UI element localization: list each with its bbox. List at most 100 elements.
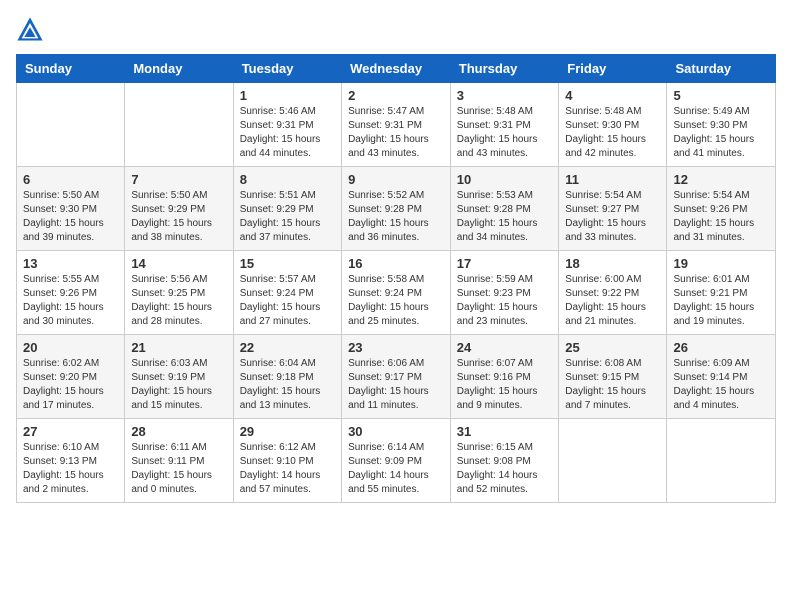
day-info: Sunrise: 6:08 AM Sunset: 9:15 PM Dayligh… [565,357,660,413]
col-header-friday: Friday [559,55,667,83]
day-number: 23 [348,340,444,355]
day-info: Sunrise: 5:57 AM Sunset: 9:24 PM Dayligh… [240,273,335,329]
calendar-cell: 25 Sunrise: 6:08 AM Sunset: 9:15 PM Dayli… [559,335,667,419]
calendar-cell: 21 Sunrise: 6:03 AM Sunset: 9:19 PM Dayli… [125,335,233,419]
calendar-cell: 16Sunrise: 5:58 AM Sunset: 9:24 PM Dayli… [342,251,451,335]
calendar-cell: 10 Sunrise: 5:53 AM Sunset: 9:28 PM Dayli… [450,167,559,251]
day-info: Sunrise: 6:01 AM Sunset: 9:21 PM Dayligh… [673,273,769,329]
logo-icon [16,16,44,44]
calendar-week-row: 13Sunrise: 5:55 AM Sunset: 9:26 PM Dayli… [17,251,776,335]
day-info: Sunrise: 5:51 AM Sunset: 9:29 PM Dayligh… [240,189,335,245]
calendar-cell [17,83,125,167]
calendar-cell: 12 Sunrise: 5:54 AM Sunset: 9:26 PM Dayli… [667,167,776,251]
day-info: Sunrise: 5:48 AM Sunset: 9:30 PM Dayligh… [565,105,660,161]
calendar-cell [125,83,233,167]
day-info: Sunrise: 5:46 AM Sunset: 9:31 PM Dayligh… [240,105,335,161]
day-number: 5 [673,88,769,103]
day-number: 1 [240,88,335,103]
calendar-cell: 19Sunrise: 6:01 AM Sunset: 9:21 PM Dayli… [667,251,776,335]
calendar-table: SundayMondayTuesdayWednesdayThursdayFrid… [16,54,776,503]
calendar-cell: 30Sunrise: 6:14 AM Sunset: 9:09 PM Dayli… [342,419,451,503]
day-number: 22 [240,340,335,355]
col-header-wednesday: Wednesday [342,55,451,83]
day-info: Sunrise: 6:09 AM Sunset: 9:14 PM Dayligh… [673,357,769,413]
calendar-week-row: 1 Sunrise: 5:46 AM Sunset: 9:31 PM Daylig… [17,83,776,167]
calendar-cell: 17Sunrise: 5:59 AM Sunset: 9:23 PM Dayli… [450,251,559,335]
day-number: 6 [23,172,118,187]
day-number: 12 [673,172,769,187]
day-number: 28 [131,424,226,439]
day-info: Sunrise: 5:58 AM Sunset: 9:24 PM Dayligh… [348,273,444,329]
day-info: Sunrise: 5:54 AM Sunset: 9:27 PM Dayligh… [565,189,660,245]
calendar-cell [667,419,776,503]
day-number: 4 [565,88,660,103]
day-info: Sunrise: 5:55 AM Sunset: 9:26 PM Dayligh… [23,273,118,329]
calendar-cell: 5Sunrise: 5:49 AM Sunset: 9:30 PM Daylig… [667,83,776,167]
day-number: 8 [240,172,335,187]
calendar-cell: 11 Sunrise: 5:54 AM Sunset: 9:27 PM Dayli… [559,167,667,251]
day-number: 3 [457,88,553,103]
calendar-cell: 18 Sunrise: 6:00 AM Sunset: 9:22 PM Dayli… [559,251,667,335]
day-info: Sunrise: 5:54 AM Sunset: 9:26 PM Dayligh… [673,189,769,245]
day-info: Sunrise: 5:47 AM Sunset: 9:31 PM Dayligh… [348,105,444,161]
col-header-saturday: Saturday [667,55,776,83]
page-header [16,16,776,44]
calendar-cell: 29Sunrise: 6:12 AM Sunset: 9:10 PM Dayli… [233,419,341,503]
day-info: Sunrise: 5:59 AM Sunset: 9:23 PM Dayligh… [457,273,553,329]
day-number: 26 [673,340,769,355]
day-number: 27 [23,424,118,439]
day-info: Sunrise: 6:00 AM Sunset: 9:22 PM Dayligh… [565,273,660,329]
day-info: Sunrise: 6:12 AM Sunset: 9:10 PM Dayligh… [240,441,335,497]
day-info: Sunrise: 6:04 AM Sunset: 9:18 PM Dayligh… [240,357,335,413]
day-number: 25 [565,340,660,355]
calendar-cell: 22 Sunrise: 6:04 AM Sunset: 9:18 PM Dayli… [233,335,341,419]
day-info: Sunrise: 5:50 AM Sunset: 9:30 PM Dayligh… [23,189,118,245]
calendar-cell: 14 Sunrise: 5:56 AM Sunset: 9:25 PM Dayli… [125,251,233,335]
calendar-cell: 6 Sunrise: 5:50 AM Sunset: 9:30 PM Daylig… [17,167,125,251]
calendar-cell: 28 Sunrise: 6:11 AM Sunset: 9:11 PM Dayli… [125,419,233,503]
calendar-cell: 15 Sunrise: 5:57 AM Sunset: 9:24 PM Dayli… [233,251,341,335]
day-number: 9 [348,172,444,187]
calendar-cell [559,419,667,503]
calendar-week-row: 6 Sunrise: 5:50 AM Sunset: 9:30 PM Daylig… [17,167,776,251]
calendar-cell: 2 Sunrise: 5:47 AM Sunset: 9:31 PM Daylig… [342,83,451,167]
day-number: 18 [565,256,660,271]
day-info: Sunrise: 6:10 AM Sunset: 9:13 PM Dayligh… [23,441,118,497]
calendar-header-row: SundayMondayTuesdayWednesdayThursdayFrid… [17,55,776,83]
day-number: 30 [348,424,444,439]
day-info: Sunrise: 6:03 AM Sunset: 9:19 PM Dayligh… [131,357,226,413]
calendar-cell: 26 Sunrise: 6:09 AM Sunset: 9:14 PM Dayli… [667,335,776,419]
col-header-tuesday: Tuesday [233,55,341,83]
day-number: 21 [131,340,226,355]
day-number: 15 [240,256,335,271]
day-number: 24 [457,340,553,355]
day-info: Sunrise: 6:15 AM Sunset: 9:08 PM Dayligh… [457,441,553,497]
col-header-monday: Monday [125,55,233,83]
day-info: Sunrise: 6:11 AM Sunset: 9:11 PM Dayligh… [131,441,226,497]
calendar-cell: 8 Sunrise: 5:51 AM Sunset: 9:29 PM Daylig… [233,167,341,251]
day-info: Sunrise: 6:02 AM Sunset: 9:20 PM Dayligh… [23,357,118,413]
calendar-week-row: 20 Sunrise: 6:02 AM Sunset: 9:20 PM Dayli… [17,335,776,419]
calendar-cell: 4 Sunrise: 5:48 AM Sunset: 9:30 PM Daylig… [559,83,667,167]
day-number: 20 [23,340,118,355]
calendar-cell: 9 Sunrise: 5:52 AM Sunset: 9:28 PM Daylig… [342,167,451,251]
day-info: Sunrise: 5:52 AM Sunset: 9:28 PM Dayligh… [348,189,444,245]
day-number: 7 [131,172,226,187]
calendar-cell: 3 Sunrise: 5:48 AM Sunset: 9:31 PM Daylig… [450,83,559,167]
day-number: 11 [565,172,660,187]
day-number: 10 [457,172,553,187]
col-header-thursday: Thursday [450,55,559,83]
day-info: Sunrise: 5:53 AM Sunset: 9:28 PM Dayligh… [457,189,553,245]
day-number: 31 [457,424,553,439]
calendar-cell: 24 Sunrise: 6:07 AM Sunset: 9:16 PM Dayli… [450,335,559,419]
day-number: 2 [348,88,444,103]
calendar-cell: 1 Sunrise: 5:46 AM Sunset: 9:31 PM Daylig… [233,83,341,167]
day-info: Sunrise: 6:07 AM Sunset: 9:16 PM Dayligh… [457,357,553,413]
calendar-cell: 23Sunrise: 6:06 AM Sunset: 9:17 PM Dayli… [342,335,451,419]
day-info: Sunrise: 5:56 AM Sunset: 9:25 PM Dayligh… [131,273,226,329]
logo [16,16,48,44]
calendar-cell: 13Sunrise: 5:55 AM Sunset: 9:26 PM Dayli… [17,251,125,335]
day-info: Sunrise: 5:48 AM Sunset: 9:31 PM Dayligh… [457,105,553,161]
calendar-week-row: 27 Sunrise: 6:10 AM Sunset: 9:13 PM Dayli… [17,419,776,503]
day-number: 14 [131,256,226,271]
